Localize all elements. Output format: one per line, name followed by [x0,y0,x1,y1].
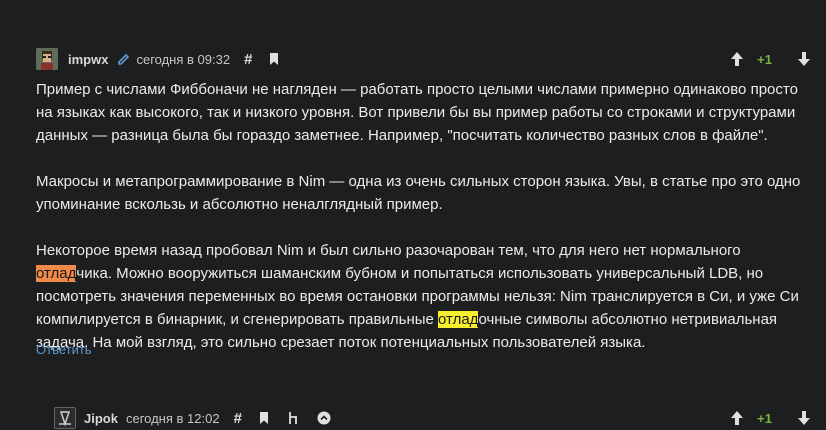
vote-controls: +1 [721,406,812,430]
username[interactable]: impwx [68,52,108,67]
comment-timestamp[interactable]: сегодня в 09:32 [136,52,230,67]
arrow-down-icon[interactable] [796,410,812,426]
pencil-icon[interactable] [116,51,132,67]
search-highlight: отлад [36,265,77,282]
child-comment-header: Jipok сегодня в 12:02 # +1 [54,406,826,430]
arrow-up-icon[interactable] [729,410,745,426]
comment-paragraph: Некоторое время назад пробовал Nim и был… [36,239,816,354]
vote-controls: +1 [721,44,812,74]
comment-paragraph: Пример с числами Фиббоначи не нагляден —… [36,81,798,144]
arrow-down-icon[interactable] [796,51,812,67]
comments-page: impwx сегодня в 09:32 # +1 Пример с числ… [0,0,826,430]
text-segment: Некоторое время назад пробовал Nim и был… [36,242,741,259]
vote-score: +1 [757,410,772,426]
comment-paragraph: Макросы и метапрограммирование в Nim — о… [36,173,801,213]
vote-score: +1 [757,51,772,67]
hash-icon[interactable]: # [244,51,252,68]
comment-timestamp[interactable]: сегодня в 12:02 [126,411,220,426]
hash-icon[interactable]: # [234,410,242,427]
comment-header: impwx сегодня в 09:32 # +1 [36,44,826,74]
username[interactable]: Jipok [84,411,118,426]
bookmark-icon[interactable] [256,410,272,426]
chevron-up-icon[interactable] [316,410,332,426]
comment-body: Пример с числами Фиббоначи не нагляден —… [36,78,816,377]
arrow-up-icon[interactable] [729,51,745,67]
bookmark-icon[interactable] [266,51,282,67]
reply-link[interactable]: Ответить [36,342,92,357]
parent-link-icon[interactable] [286,410,302,426]
avatar[interactable] [54,407,76,429]
avatar[interactable] [36,48,58,70]
search-highlight: отлад [438,311,479,328]
